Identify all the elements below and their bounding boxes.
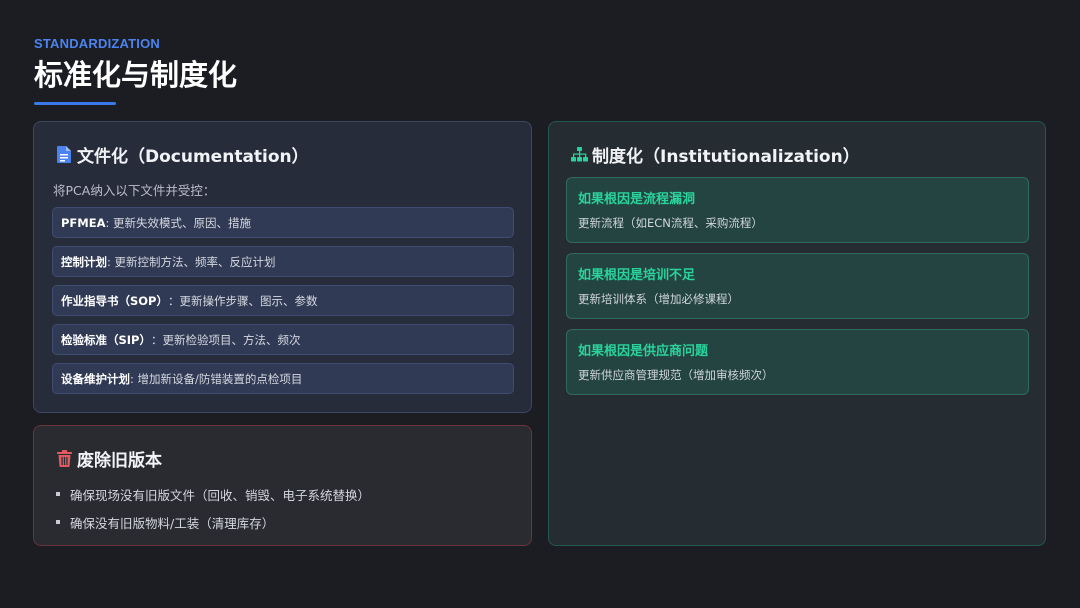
doc-item-label: 控制计划 (61, 254, 107, 269)
page-title: 标准化与制度化 (34, 58, 238, 92)
deprecate-card: 废除旧版本 确保现场没有旧版文件（回收、销毁、电子系统替换） 确保没有旧版物料/… (33, 425, 532, 546)
inst-item-process: 如果根因是流程漏洞 更新流程（如ECN流程、采购流程） (566, 177, 1029, 243)
bullet-icon (56, 520, 60, 524)
doc-item-sop: 作业指导书（SOP） ：更新操作步骤、图示、参数 (52, 285, 514, 316)
doc-item-label: 设备维护计划 (61, 371, 130, 386)
deprecate-title-text: 废除旧版本 (77, 451, 162, 471)
inst-item-sub: 更新培训体系（增加必修课程） (578, 292, 739, 306)
documentation-title-text: 文件化（Documentation） (77, 147, 309, 167)
list-item-text: 确保现场没有旧版文件（回收、销毁、电子系统替换） (70, 487, 371, 503)
doc-item-text: : 增加新设备/防错装置的点检项目 (130, 371, 303, 386)
deprecate-card-title: 废除旧版本 (55, 446, 162, 471)
doc-item-text: : 更新控制方法、频率、反应计划 (107, 254, 276, 269)
trash-icon (55, 450, 73, 468)
title-underline (34, 102, 116, 105)
document-icon (55, 146, 73, 164)
page-header: STANDARDIZATION 标准化与制度化 (34, 36, 237, 105)
inst-item-training: 如果根因是培训不足 更新培训体系（增加必修课程） (566, 253, 1029, 319)
inst-item-supplier: 如果根因是供应商问题 更新供应商管理规范（增加审核频次） (566, 329, 1029, 395)
section-kicker: STANDARDIZATION (34, 36, 161, 51)
documentation-card: 文件化（Documentation） 将PCA纳入以下文件并受控： PFMEA … (33, 121, 532, 413)
doc-item-label: PFMEA (61, 215, 106, 230)
doc-item-text: : 更新失效模式、原因、措施 (105, 215, 252, 230)
doc-item-label: 检验标准（SIP） (61, 332, 151, 347)
doc-item-text: ：更新检验项目、方法、频次 (151, 332, 301, 347)
list-item: 确保现场没有旧版文件（回收、销毁、电子系统替换） (56, 484, 370, 504)
doc-item-text: ：更新操作步骤、图示、参数 (168, 293, 318, 308)
institutionalization-card: 制度化（Institutionalization） 如果根因是流程漏洞 更新流程… (548, 121, 1046, 546)
list-item: 确保没有旧版物料/工装（清理库存） (56, 512, 370, 532)
documentation-card-title: 文件化（Documentation） (55, 142, 309, 167)
inst-item-head: 如果根因是培训不足 (578, 268, 696, 283)
doc-item-control-plan: 控制计划 : 更新控制方法、频率、反应计划 (52, 246, 514, 277)
inst-item-head: 如果根因是供应商问题 (578, 344, 709, 359)
inst-item-sub: 更新流程（如ECN流程、采购流程） (578, 216, 763, 230)
documentation-intro: 将PCA纳入以下文件并受控： (53, 183, 216, 198)
doc-item-maintenance-plan: 设备维护计划 : 增加新设备/防错装置的点检项目 (52, 363, 514, 394)
deprecate-list: 确保现场没有旧版文件（回收、销毁、电子系统替换） 确保没有旧版物料/工装（清理库… (56, 484, 370, 540)
list-item-text: 确保没有旧版物料/工装（清理库存） (70, 515, 275, 531)
bullet-icon (56, 492, 60, 496)
doc-item-label: 作业指导书（SOP） (61, 293, 168, 308)
doc-item-sip: 检验标准（SIP） ：更新检验项目、方法、频次 (52, 324, 514, 355)
inst-item-sub: 更新供应商管理规范（增加审核频次） (578, 368, 774, 382)
institutionalization-title-text: 制度化（Institutionalization） (592, 147, 860, 167)
org-chart-icon (570, 146, 588, 164)
doc-item-pfmea: PFMEA : 更新失效模式、原因、措施 (52, 207, 514, 238)
institutionalization-card-title: 制度化（Institutionalization） (570, 142, 860, 167)
inst-item-head: 如果根因是流程漏洞 (578, 192, 696, 207)
